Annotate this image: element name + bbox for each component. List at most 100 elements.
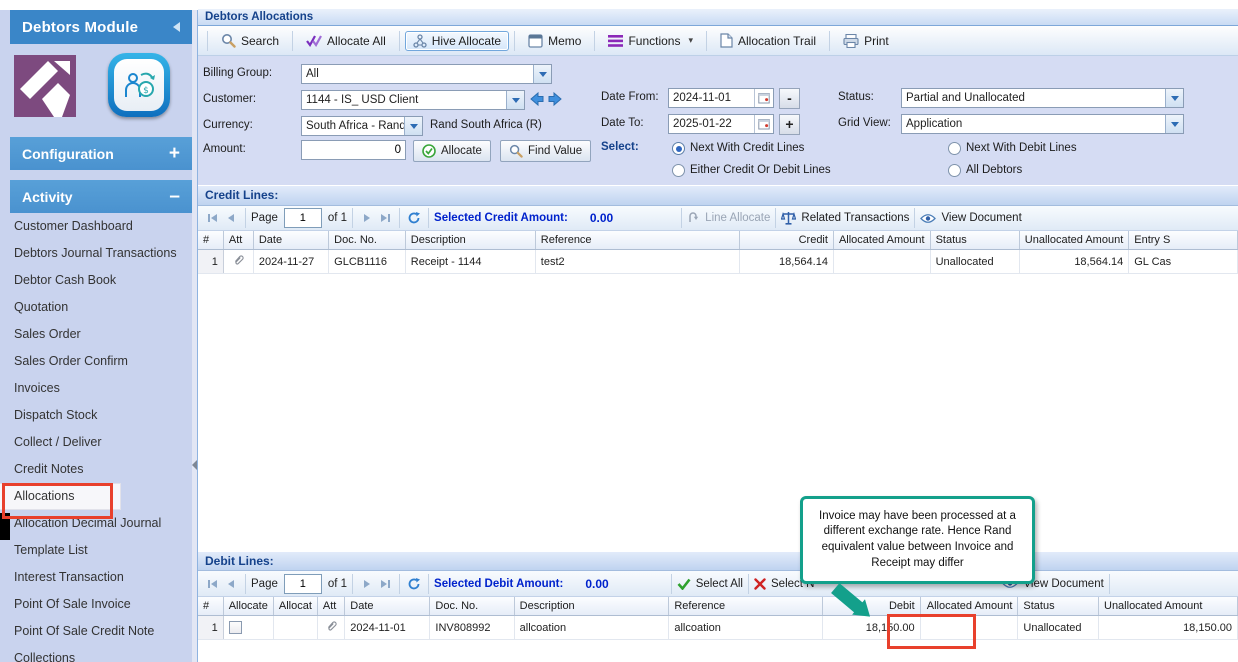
prev-page-icon[interactable] xyxy=(224,211,238,225)
sidebar-item-collect-deliver[interactable]: Collect / Deliver xyxy=(0,429,192,456)
currency-select[interactable]: South Africa - Rand So xyxy=(301,116,423,136)
dropdown-arrow-icon[interactable] xyxy=(533,65,551,83)
sidebar-collapse-icon[interactable] xyxy=(173,22,180,32)
allocate-checkbox[interactable] xyxy=(229,621,242,634)
col-unallocated-amount[interactable]: Unallocated Amount xyxy=(1019,231,1128,250)
credit-table-row[interactable]: 1 2024-11-27 GLCB1116 Receipt - 1144 tes… xyxy=(198,250,1238,274)
radio-next-with-credit-lines-label[interactable]: Next With Credit Lines xyxy=(690,142,804,154)
col-unallocated-amount[interactable]: Unallocated Amount xyxy=(1099,597,1238,616)
col-description[interactable]: Description xyxy=(514,597,669,616)
allocate-all-button[interactable]: Allocate All xyxy=(298,31,394,51)
sidebar-section-configuration[interactable]: Configuration + xyxy=(10,137,192,170)
sidebar-item-interest-transaction[interactable]: Interest Transaction xyxy=(0,564,192,591)
sidebar-item-sales-order-confirm[interactable]: Sales Order Confirm xyxy=(0,348,192,375)
first-page-icon[interactable] xyxy=(206,211,220,225)
calendar-icon[interactable] xyxy=(754,89,773,107)
col-date[interactable]: Date xyxy=(253,231,328,250)
col-doc-no[interactable]: Doc. No. xyxy=(329,231,406,250)
radio-next-with-debit-lines[interactable] xyxy=(948,142,961,155)
find-value-button[interactable]: Find Value xyxy=(500,140,591,162)
functions-button[interactable]: Functions ▾ xyxy=(600,31,701,51)
memo-button[interactable]: Memo xyxy=(520,31,589,51)
first-page-icon[interactable] xyxy=(206,577,220,591)
sidebar-item-debtor-cash-book[interactable]: Debtor Cash Book xyxy=(0,267,192,294)
col-allocat[interactable]: Allocat xyxy=(273,597,317,616)
status-select[interactable]: Partial and Unallocated xyxy=(901,88,1184,108)
col-description[interactable]: Description xyxy=(405,231,535,250)
splitter-collapse-icon[interactable] xyxy=(192,460,197,470)
expand-icon[interactable]: + xyxy=(169,144,180,163)
allocation-trail-button[interactable]: Allocation Trail xyxy=(712,30,824,51)
customer-next-icon[interactable] xyxy=(547,91,563,107)
next-page-icon[interactable] xyxy=(360,211,374,225)
last-page-icon[interactable] xyxy=(378,577,392,591)
col-reference[interactable]: Reference xyxy=(669,597,823,616)
credit-view-document-button[interactable]: View Document xyxy=(920,212,1021,224)
sidebar-item-dispatch-stock[interactable]: Dispatch Stock xyxy=(0,402,192,429)
dropdown-arrow-icon[interactable] xyxy=(1165,89,1183,107)
dropdown-arrow-icon[interactable] xyxy=(1165,115,1183,133)
date-from-input[interactable]: 2024-11-01 xyxy=(668,88,774,108)
amount-input[interactable] xyxy=(301,140,406,160)
col-num[interactable]: # xyxy=(198,597,223,616)
paperclip-icon[interactable] xyxy=(232,253,245,267)
col-doc-no[interactable]: Doc. No. xyxy=(430,597,514,616)
collapse-section-icon[interactable]: – xyxy=(169,187,180,206)
last-page-icon[interactable] xyxy=(378,211,392,225)
customer-prev-icon[interactable] xyxy=(529,91,545,107)
col-num[interactable]: # xyxy=(198,231,223,250)
radio-either-credit-or-debit-lines-label[interactable]: Either Credit Or Debit Lines xyxy=(690,164,831,176)
billing-group-select[interactable]: All xyxy=(301,64,552,84)
col-allocate[interactable]: Allocate xyxy=(223,597,273,616)
date-to-input[interactable]: 2025-01-22 xyxy=(668,114,774,134)
select-all-button[interactable]: Select All xyxy=(677,578,743,590)
grid-view-select[interactable]: Application xyxy=(901,114,1184,134)
sidebar-item-debtors-journal-transactions[interactable]: Debtors Journal Transactions xyxy=(0,240,192,267)
sidebar-header[interactable]: Debtors Module xyxy=(10,10,192,44)
debit-table-row[interactable]: 1 2024-11-01 INV808992 allcoation allcoa… xyxy=(198,616,1238,640)
sidebar-item-point-of-sale-invoice[interactable]: Point Of Sale Invoice xyxy=(0,591,192,618)
sidebar-item-credit-notes[interactable]: Credit Notes xyxy=(0,456,192,483)
dropdown-arrow-icon[interactable] xyxy=(506,91,524,109)
radio-either-credit-or-debit-lines[interactable] xyxy=(672,164,685,177)
radio-all-debtors[interactable] xyxy=(948,164,961,177)
line-allocate-button[interactable]: Line Allocate xyxy=(687,212,770,225)
col-status[interactable]: Status xyxy=(930,231,1019,250)
credit-page-input[interactable] xyxy=(284,208,322,228)
paperclip-icon[interactable] xyxy=(325,619,338,633)
dropdown-arrow-icon[interactable] xyxy=(404,117,422,135)
date-from-step-button[interactable]: - xyxy=(779,88,800,109)
col-status[interactable]: Status xyxy=(1018,597,1099,616)
sidebar-item-customer-dashboard[interactable]: Customer Dashboard xyxy=(0,213,192,240)
sidebar-item-template-list[interactable]: Template List xyxy=(0,537,192,564)
col-reference[interactable]: Reference xyxy=(535,231,739,250)
calendar-icon[interactable] xyxy=(754,115,773,133)
col-att[interactable]: Att xyxy=(223,231,253,250)
search-button[interactable]: Search xyxy=(213,30,287,51)
date-to-step-button[interactable]: + xyxy=(779,114,800,135)
customer-select[interactable]: 1144 - IS_ USD Client xyxy=(301,90,525,110)
col-entry-source[interactable]: Entry S xyxy=(1129,231,1238,250)
col-allocated-amount[interactable]: Allocated Amount xyxy=(833,231,930,250)
allocate-button[interactable]: Allocate xyxy=(413,140,491,162)
allocations-app-icon[interactable]: $ xyxy=(108,53,170,117)
sidebar-item-quotation[interactable]: Quotation xyxy=(0,294,192,321)
sidebar-item-point-of-sale-credit-note[interactable]: Point Of Sale Credit Note xyxy=(0,618,192,645)
debit-page-input[interactable] xyxy=(284,574,322,594)
radio-all-debtors-label[interactable]: All Debtors xyxy=(966,164,1022,176)
refresh-icon[interactable] xyxy=(407,211,421,225)
sidebar-item-invoices[interactable]: Invoices xyxy=(0,375,192,402)
refresh-icon[interactable] xyxy=(407,577,421,591)
col-credit[interactable]: Credit xyxy=(740,231,834,250)
col-date[interactable]: Date xyxy=(345,597,430,616)
next-page-icon[interactable] xyxy=(360,577,374,591)
print-button[interactable]: Print xyxy=(835,31,897,51)
sidebar-section-activity[interactable]: Activity – xyxy=(10,180,192,213)
related-transactions-button[interactable]: Related Transactions xyxy=(781,211,909,225)
col-att[interactable]: Att xyxy=(317,597,344,616)
sidebar-item-collections[interactable]: Collections xyxy=(0,645,192,662)
radio-next-with-debit-lines-label[interactable]: Next With Debit Lines xyxy=(966,142,1077,154)
radio-next-with-credit-lines[interactable] xyxy=(672,142,685,155)
hive-allocate-button[interactable]: Hive Allocate xyxy=(405,31,509,51)
col-allocated-amount[interactable]: Allocated Amount xyxy=(920,597,1018,616)
